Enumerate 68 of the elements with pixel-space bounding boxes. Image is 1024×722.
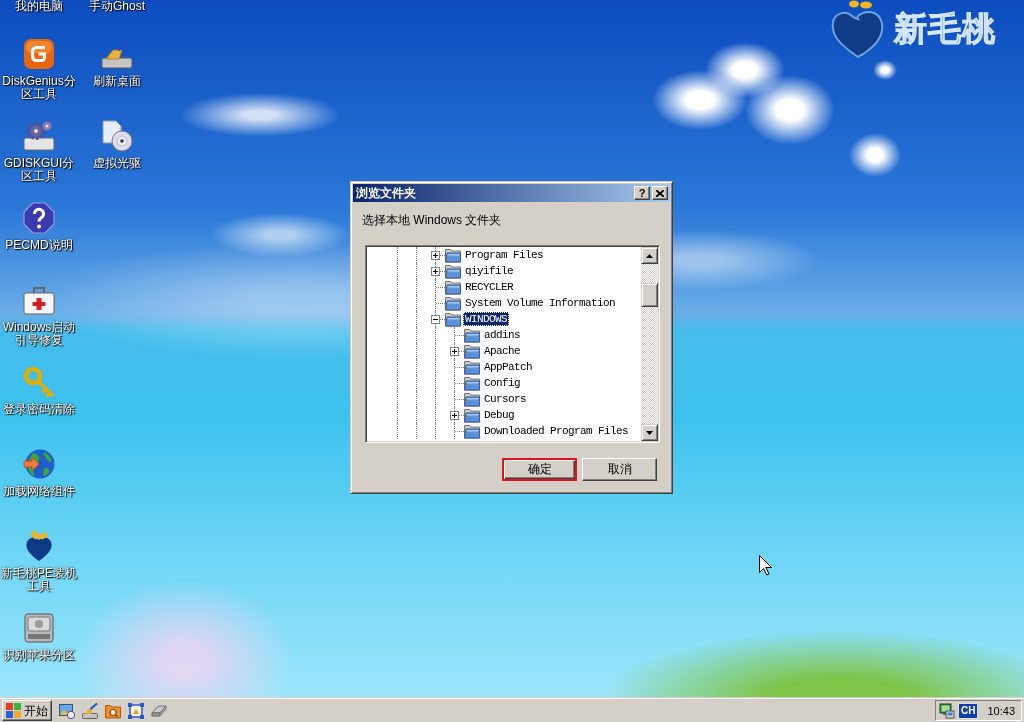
folder-icon bbox=[445, 295, 461, 311]
tree-item[interactable]: System Volume Information bbox=[463, 296, 618, 310]
broom-icon[interactable] bbox=[101, 38, 133, 70]
folder-icon bbox=[464, 375, 480, 391]
help-button[interactable]: ? bbox=[634, 186, 650, 200]
scroll-down-button[interactable] bbox=[641, 424, 658, 441]
folder-icon bbox=[464, 423, 480, 439]
dialog-prompt: 选择本地 Windows 文件夹 bbox=[362, 213, 503, 227]
tree-item[interactable]: addins bbox=[482, 328, 522, 342]
folder-search-icon[interactable] bbox=[105, 702, 121, 719]
folder-icon bbox=[464, 359, 480, 375]
four-squares-icon bbox=[6, 703, 21, 718]
tree-item[interactable]: AppPatch bbox=[482, 360, 534, 374]
folder-icon bbox=[445, 263, 461, 279]
shortcut-label[interactable]: 我的电脑 bbox=[15, 0, 63, 13]
tree-item[interactable]: Debug bbox=[482, 408, 516, 422]
tree-item[interactable]: RECYCLER bbox=[463, 280, 515, 294]
minus-box-icon[interactable] bbox=[431, 314, 440, 324]
folder-icon bbox=[464, 343, 480, 359]
broom-icon[interactable] bbox=[82, 702, 98, 719]
folder-icon bbox=[464, 327, 480, 343]
shortcut-label[interactable]: 刷新桌面 bbox=[93, 75, 141, 88]
tree-item[interactable]: Downloaded Program Files bbox=[482, 424, 631, 438]
logo-tile-icon[interactable] bbox=[23, 38, 55, 70]
plus-box-icon[interactable] bbox=[431, 250, 440, 260]
dialog-button[interactable]: 确定 bbox=[502, 458, 577, 481]
disc-icon[interactable] bbox=[101, 120, 133, 152]
close-button[interactable] bbox=[652, 186, 668, 200]
tree-item[interactable]: Config bbox=[482, 376, 522, 390]
folder-icon bbox=[445, 311, 461, 327]
shortcut-label[interactable]: 虚拟光驱 bbox=[93, 157, 141, 170]
tree-item[interactable]: qiyifile bbox=[463, 264, 515, 278]
network-icon[interactable] bbox=[939, 702, 955, 719]
heart-logo-icon bbox=[830, 0, 886, 58]
up-arrow-icon bbox=[646, 253, 653, 258]
frame-icon[interactable] bbox=[128, 702, 144, 719]
gear-drive-icon[interactable] bbox=[23, 120, 55, 152]
shortcut-label[interactable]: DiskGenius分区工具 bbox=[0, 75, 78, 101]
picture-icon[interactable] bbox=[59, 702, 75, 719]
shortcut-label[interactable]: GDISKGUI分区工具 bbox=[0, 157, 78, 183]
tree-item[interactable]: WINDOWS bbox=[463, 312, 509, 326]
clock-time[interactable]: 10:43 bbox=[987, 704, 1015, 717]
scrollbar-thumb[interactable] bbox=[641, 283, 658, 307]
eraser-icon[interactable] bbox=[151, 702, 167, 719]
dialog-title: 浏览文件夹 bbox=[356, 184, 417, 202]
folder-icon bbox=[464, 407, 480, 423]
logo-text: 新毛桃 bbox=[894, 9, 996, 49]
plus-box-icon[interactable] bbox=[450, 346, 459, 356]
globe-icon[interactable] bbox=[23, 448, 55, 480]
start-button[interactable]: 开始 bbox=[2, 700, 52, 721]
scroll-up-button[interactable] bbox=[641, 247, 658, 264]
folder-icon bbox=[445, 247, 461, 263]
hard-drive-icon[interactable] bbox=[23, 612, 55, 644]
tree-item[interactable]: Cursors bbox=[482, 392, 528, 406]
first-aid-kit-icon[interactable] bbox=[23, 284, 55, 316]
plus-box-icon[interactable] bbox=[450, 410, 459, 420]
folder-icon bbox=[464, 391, 480, 407]
folder-icon bbox=[445, 279, 461, 295]
tree-item[interactable]: Apache bbox=[482, 344, 522, 358]
close-icon bbox=[656, 189, 664, 197]
shortcut-label[interactable]: 手动Ghost bbox=[89, 0, 145, 13]
dialog-button[interactable]: 取消 bbox=[582, 458, 657, 481]
language-indicator[interactable]: CH bbox=[958, 702, 979, 719]
plus-box-icon[interactable] bbox=[431, 266, 440, 276]
down-arrow-icon bbox=[646, 430, 653, 435]
tree-item[interactable]: Program Files bbox=[463, 248, 545, 262]
help-icon[interactable] bbox=[23, 202, 55, 234]
mouse-pointer-icon bbox=[759, 555, 772, 576]
